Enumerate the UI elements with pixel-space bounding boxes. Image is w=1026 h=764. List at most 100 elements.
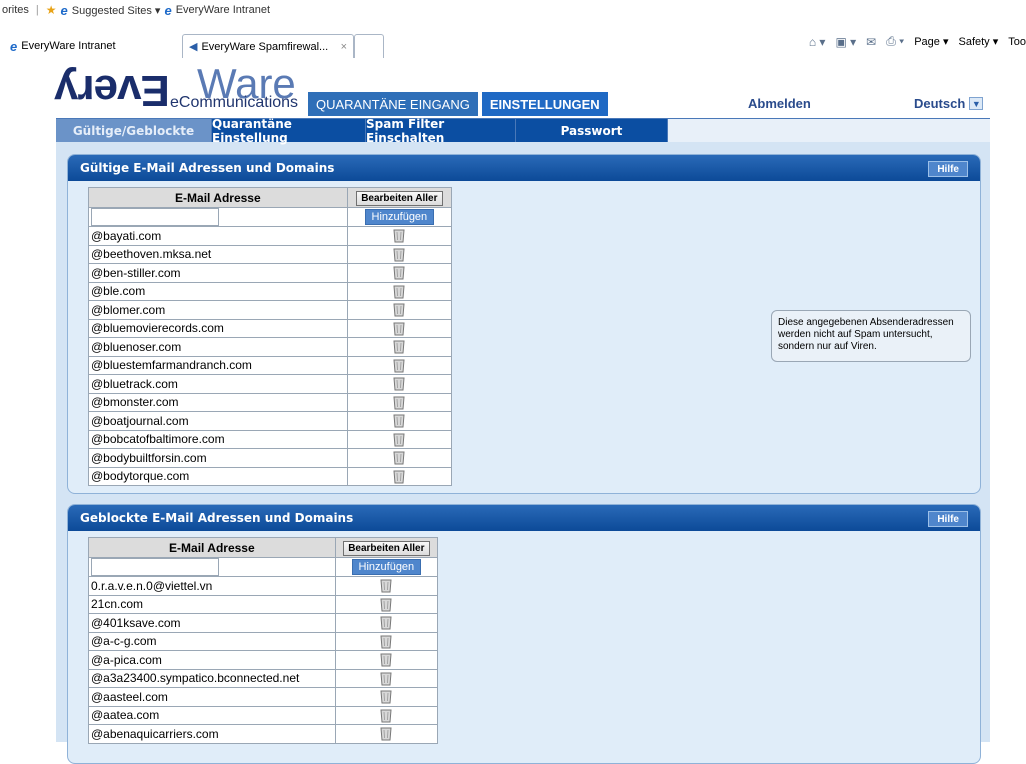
new-tab-button[interactable] [354,34,384,58]
subnav-valid-blocked[interactable]: Gültige/Geblockte [56,119,212,142]
logo-subtitle: eCommunications [170,94,299,111]
email-address-cell: 0.r.a.v.e.n.0@viettel.vn [88,576,336,596]
tools-menu[interactable]: Too [1008,36,1026,48]
trash-icon[interactable] [380,652,392,667]
trash-icon[interactable] [393,469,405,484]
table-row: @401ksave.com [88,613,439,633]
table-row: @boatjournal.com [88,411,453,431]
trash-icon[interactable] [393,321,405,336]
new-address-input[interactable] [91,558,219,576]
table-row: @bayati.com [88,226,453,246]
blocked-addresses-table: E-Mail Adresse Bearbeiten Aller Hinzufüg… [88,537,439,744]
trash-icon[interactable] [380,671,392,686]
trash-icon[interactable] [393,450,405,465]
email-address-cell: @blomer.com [88,300,348,320]
add-favorite-icon[interactable]: ★ [46,3,57,17]
table-row: @bobcatofbaltimore.com [88,429,453,449]
edit-all-button[interactable]: Bearbeiten Aller [356,190,443,206]
email-address-cell: @ben-stiller.com [88,263,348,283]
trash-icon[interactable] [393,358,405,373]
suggested-sites-icon: e [60,2,68,18]
email-address-cell: @401ksave.com [88,613,336,633]
email-address-cell: @bobcatofbaltimore.com [88,429,348,449]
tab-label: EveryWare Spamfirewal... [201,40,329,53]
everyware-logo: Every Ware eCommunications [55,62,315,116]
trash-icon[interactable] [393,395,405,410]
print-icon[interactable]: ⎙ ▾ [886,34,904,49]
table-row: @bluetrack.com [88,374,453,394]
trash-icon[interactable] [380,615,392,630]
email-address-cell: @bluetrack.com [88,374,348,394]
trash-icon[interactable] [380,726,392,741]
subnav-spam-filter[interactable]: Spam Filter Einschalten [366,117,516,145]
table-row: @bluenoser.com [88,337,453,357]
tab-spamfirewall[interactable]: ◀ EveryWare Spamfirewal... × [182,34,354,58]
home-icon[interactable]: ⌂ ▾ [809,35,826,49]
intranet-icon: e [164,2,172,18]
trash-icon[interactable] [380,578,392,593]
trash-icon[interactable] [393,413,405,428]
trash-icon[interactable] [380,708,392,723]
bird-icon: ◀ [189,41,198,53]
trash-icon[interactable] [380,689,392,704]
language-select[interactable]: Deutsch ▼ [914,96,984,111]
close-tab-icon[interactable]: × [341,41,347,53]
table-row: @bluestemfarmandranch.com [88,355,453,375]
trash-icon[interactable] [380,634,392,649]
nav-settings[interactable]: EINSTELLUNGEN [481,92,608,116]
email-address-cell: @beethoven.mksa.net [88,244,348,264]
new-address-input[interactable] [91,208,219,226]
table-row: @a3a23400.sympatico.bconnected.net [88,668,439,688]
ie-icon: e [10,38,18,54]
favorites-bar: orites | ★ e Suggested Sites ▾ e EveryWa… [0,0,1026,20]
trash-icon[interactable] [393,302,405,317]
help-button[interactable]: Hilfe [928,511,968,527]
trash-icon[interactable] [380,597,392,612]
trash-icon[interactable] [393,376,405,391]
trash-icon[interactable] [393,339,405,354]
mail-icon[interactable]: ✉ [866,35,876,49]
page-menu[interactable]: Page ▾ [914,35,948,48]
help-button[interactable]: Hilfe [928,161,968,177]
email-address-cell: @boatjournal.com [88,411,348,431]
logout-link[interactable]: Abmelden [748,96,811,111]
trash-icon[interactable] [393,432,405,447]
trash-icon[interactable] [393,265,405,280]
intranet-fav-link[interactable]: EveryWare Intranet [176,4,270,16]
subnav-password[interactable]: Passwort [516,119,668,142]
tab-intranet[interactable]: e EveryWare Intranet [4,34,154,58]
table-row: @ben-stiller.com [88,263,453,283]
suggested-sites-link[interactable]: Suggested Sites ▾ [72,4,161,17]
email-address-cell: @abenaquicarriers.com [88,724,336,744]
command-bar: ⌂ ▾ ▣ ▾ ✉ ⎙ ▾ Page ▾ Safety ▾ Too [809,34,1026,49]
subnav-quarantine-settings[interactable]: Quarantäne Einstellung [212,117,366,145]
feed-icon[interactable]: ▣ ▾ [835,35,856,49]
email-address-cell: 21cn.com [88,594,336,614]
email-address-cell: @bluemovierecords.com [88,318,348,338]
email-address-cell: @bodybuiltforsin.com [88,448,348,468]
tab-label: EveryWare Intranet [21,40,116,52]
add-button[interactable]: Hinzufügen [351,559,422,575]
table-row: @aatea.com [88,705,439,725]
table-row: @bluemovierecords.com [88,318,453,338]
email-address-cell: @bayati.com [88,226,348,246]
trash-icon[interactable] [393,284,405,299]
email-address-cell: @a3a23400.sympatico.bconnected.net [88,668,336,688]
email-address-cell: @aatea.com [88,705,336,725]
column-header-email: E-Mail Adresse [88,187,348,208]
logo-every: Every [55,66,170,115]
email-address-cell: @a-pica.com [88,650,336,670]
add-button[interactable]: Hinzufügen [364,209,435,225]
favorites-label[interactable]: orites [2,4,29,16]
trash-icon[interactable] [393,247,405,262]
table-row: @abenaquicarriers.com [88,724,439,744]
safety-menu[interactable]: Safety ▾ [958,35,998,48]
edit-all-button[interactable]: Bearbeiten Aller [343,540,430,556]
email-address-cell: @a-c-g.com [88,631,336,651]
email-address-cell: @bodytorque.com [88,466,348,486]
chevron-down-icon[interactable]: ▼ [969,97,984,110]
email-address-cell: @bluestemfarmandranch.com [88,355,348,375]
trash-icon[interactable] [393,228,405,243]
nav-quarantine-inbox[interactable]: QUARANTÄNE EINGANG [308,92,478,116]
table-row: @bodybuiltforsin.com [88,448,453,468]
